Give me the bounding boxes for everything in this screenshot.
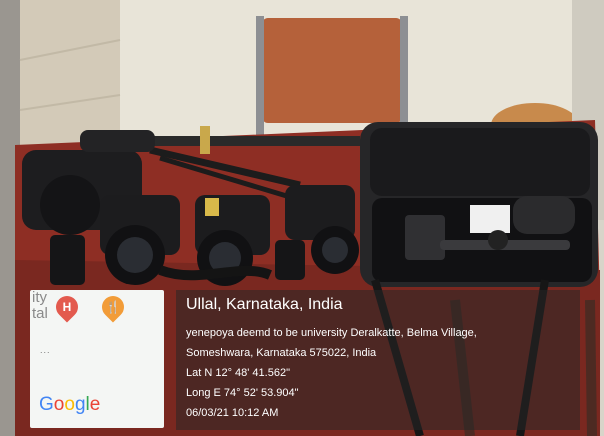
- map-label-fragment-2: tal: [32, 305, 48, 322]
- restaurant-pin-icon: 🍴: [97, 291, 129, 323]
- address-line-2: Someshwara, Karnataka 575022, India: [186, 347, 377, 359]
- camera-equipment-photo: ity tal H 🍴 ... Google Ullal, Karnataka,…: [0, 0, 604, 436]
- location-info-overlay: Ullal, Karnataka, India yenepoya deemd t…: [176, 290, 580, 430]
- location-title: Ullal, Karnataka, India: [186, 296, 343, 313]
- map-dots: ...: [40, 345, 51, 355]
- address-line-1: yenepoya deemd to be university Deralkat…: [186, 327, 477, 339]
- latitude-text: Lat N 12° 48' 41.562": [186, 367, 290, 379]
- longitude-text: Long E 74° 52' 53.904": [186, 387, 299, 399]
- google-logo: Google: [39, 394, 101, 415]
- map-label-fragment-1: ity: [32, 290, 47, 306]
- map-thumbnail: ity tal H 🍴 ... Google: [30, 290, 164, 428]
- hospital-pin-icon: H: [51, 291, 83, 323]
- datetime-text: 06/03/21 10:12 AM: [186, 407, 279, 419]
